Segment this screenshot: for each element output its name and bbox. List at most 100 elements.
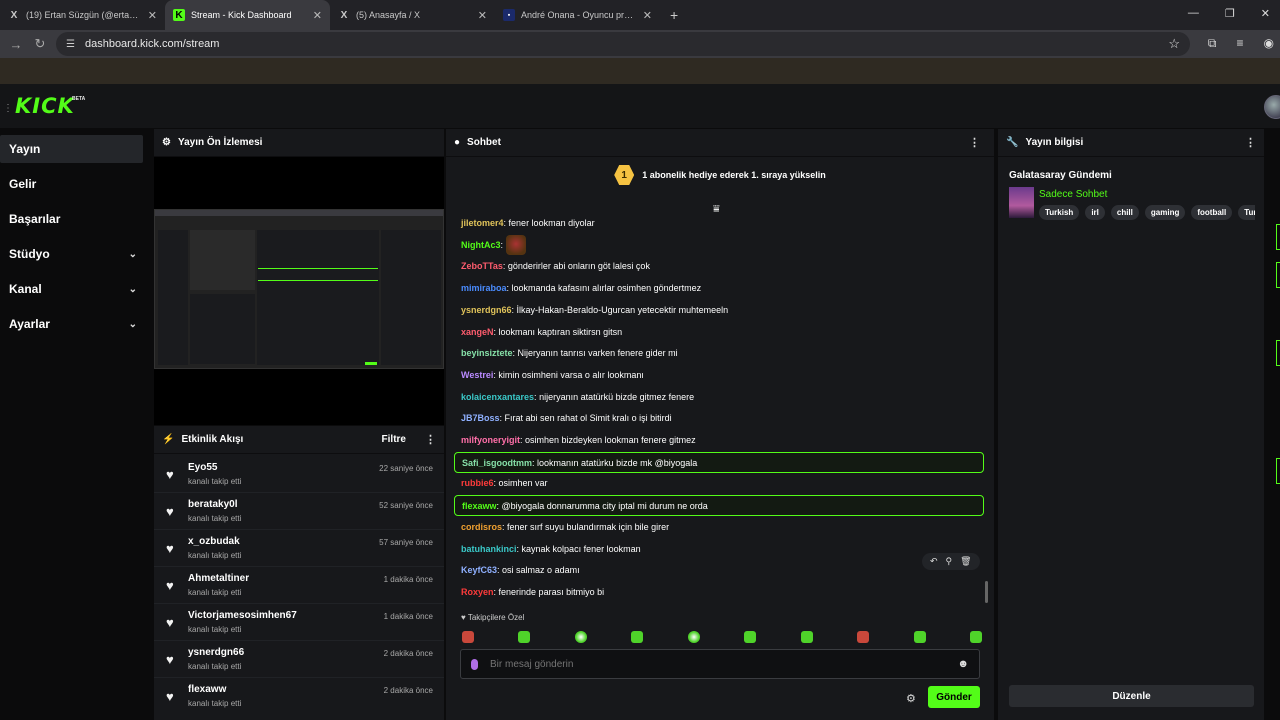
reply-icon[interactable]: ↶ bbox=[930, 556, 938, 567]
delete-icon[interactable]: 🗑 bbox=[960, 556, 971, 567]
emote-icon[interactable] bbox=[687, 631, 700, 643]
profile-icon[interactable]: ◉ bbox=[1264, 36, 1274, 51]
emote-icon[interactable] bbox=[800, 631, 813, 643]
emote-icon[interactable] bbox=[518, 631, 531, 643]
chat-message[interactable]: xangeN: lookmanı kaptıran siktirsn gitsn bbox=[454, 322, 984, 343]
emote-icon[interactable] bbox=[631, 631, 644, 643]
chat-username[interactable]: ZeboTTas bbox=[461, 261, 503, 271]
chat-message[interactable]: Westrei: kimin osimheni varsa o alır loo… bbox=[454, 365, 984, 386]
filter-button[interactable]: Filtre bbox=[382, 434, 406, 445]
follower-name[interactable]: x_ozbudak bbox=[188, 536, 240, 547]
chat-username[interactable]: Safi_isgoodtmm bbox=[462, 458, 532, 468]
forward-icon[interactable]: → bbox=[8, 37, 24, 52]
browser-tab-active[interactable]: K Stream - Kick Dashboard ✕ bbox=[165, 0, 330, 30]
chat-username[interactable]: JB7Boss bbox=[461, 413, 500, 423]
sidebar-item-studyo[interactable]: Stüdyo ⌄ bbox=[0, 240, 143, 268]
chat-scrollbar[interactable] bbox=[985, 581, 988, 603]
emote-icon[interactable] bbox=[744, 631, 757, 643]
chat-username[interactable]: cordisros bbox=[461, 522, 502, 532]
sidebar-item-kanal[interactable]: Kanal ⌄ bbox=[0, 275, 143, 303]
chat-username[interactable]: beyinsiztete bbox=[461, 348, 513, 358]
chat-message[interactable]: mimiraboa: lookmanda kafasını alırlar os… bbox=[454, 278, 984, 299]
chat-message[interactable]: Roxyen: fenerinde parası bitmiyo bi bbox=[454, 582, 984, 603]
close-icon[interactable]: ✕ bbox=[478, 9, 487, 22]
chat-message[interactable]: KeyfC63: osi salmaz o adamı bbox=[454, 560, 984, 581]
chat-message[interactable]: ysnerdgn66: İlkay-Hakan-Beraldo-Ugurcan … bbox=[454, 300, 984, 321]
emote-icon[interactable] bbox=[969, 631, 982, 643]
emoji-icon[interactable]: ☻ bbox=[957, 658, 969, 670]
new-tab-icon[interactable]: + bbox=[660, 7, 688, 23]
close-icon[interactable]: ✕ bbox=[313, 9, 322, 22]
site-info-icon[interactable]: ☰ bbox=[66, 39, 75, 50]
follower-name[interactable]: Eyo55 bbox=[188, 462, 217, 473]
chat-message[interactable]: jiletomer4: fener lookman diyolar bbox=[454, 213, 984, 234]
follower-name[interactable]: Victorjamesosimhen67 bbox=[188, 610, 297, 621]
sidebar-item-basarilar[interactable]: Başarılar bbox=[0, 205, 143, 233]
media-icon[interactable]: ≡ bbox=[1237, 36, 1244, 51]
minimize-icon[interactable]: — bbox=[1188, 7, 1199, 20]
browser-tab[interactable]: ▪ André Onana - Oyuncu profili 2 ✕ bbox=[495, 0, 660, 30]
extensions-icon[interactable]: ⧉ bbox=[1208, 36, 1217, 51]
chat-message[interactable]: NightAc3: bbox=[454, 235, 984, 256]
chat-username[interactable]: rubbie6 bbox=[461, 478, 494, 488]
chat-username[interactable]: Westrei bbox=[461, 370, 493, 380]
bookmark-star-icon[interactable]: ☆ bbox=[1168, 36, 1180, 52]
kebab-menu-icon[interactable]: ⋮ bbox=[969, 136, 980, 149]
chat-username[interactable]: kolaicenxantares bbox=[461, 392, 534, 402]
close-icon[interactable]: ✕ bbox=[148, 9, 157, 22]
follower-name[interactable]: berataky0l bbox=[188, 499, 237, 510]
chat-username[interactable]: KeyfC63 bbox=[461, 565, 497, 575]
sidebar-item-yayin[interactable]: Yayın bbox=[0, 135, 143, 163]
microphone-icon[interactable] bbox=[471, 658, 478, 670]
follower-name[interactable]: flexaww bbox=[188, 684, 226, 695]
chat-message[interactable]: milfyoneryigit: osimhen bizdeyken lookma… bbox=[454, 430, 984, 451]
kick-logo[interactable]: KICK bbox=[15, 94, 75, 118]
emote-icon[interactable] bbox=[913, 631, 926, 643]
kebab-menu-icon[interactable]: ⋮ bbox=[425, 433, 436, 446]
reload-icon[interactable]: ↻ bbox=[32, 36, 48, 52]
url-field[interactable]: ☰ dashboard.kick.com/stream ☆ bbox=[56, 32, 1190, 56]
chat-username[interactable]: milfyoneryigit bbox=[461, 435, 520, 445]
chat-username[interactable]: xangeN bbox=[461, 327, 494, 337]
edit-button[interactable]: Düzenle bbox=[1009, 685, 1254, 707]
chat-message[interactable]: flexaww: @biyogala donnarumma city iptal… bbox=[454, 495, 984, 517]
gear-icon[interactable]: ⚙ bbox=[906, 692, 916, 705]
pin-icon[interactable]: ⚲ bbox=[946, 556, 953, 567]
chat-message[interactable]: rubbie6: osimhen var bbox=[454, 473, 984, 494]
chat-message[interactable]: kolaicenxantares: nijeryanın atatürkü bi… bbox=[454, 387, 984, 408]
chat-message[interactable]: batuhankinci: kaynak kolpacı fener lookm… bbox=[454, 539, 984, 560]
browser-tab[interactable]: X (19) Ertan Süzgün (@ertansuzg ✕ bbox=[0, 0, 165, 30]
emote-icon[interactable] bbox=[462, 631, 474, 643]
chat-username[interactable]: flexaww bbox=[462, 501, 497, 511]
send-button[interactable]: Gönder bbox=[928, 686, 980, 708]
chat-username[interactable]: NightAc3 bbox=[461, 240, 501, 250]
chat-username[interactable]: Roxyen bbox=[461, 587, 494, 597]
chat-username[interactable]: batuhankinci bbox=[461, 544, 517, 554]
kebab-menu-icon[interactable]: ⋮ bbox=[1245, 136, 1256, 149]
chat-message[interactable]: ZeboTTas: gönderirler abi onların göt la… bbox=[454, 256, 984, 277]
maximize-icon[interactable]: ❐ bbox=[1225, 7, 1235, 20]
emote-icon[interactable] bbox=[857, 631, 870, 643]
chat-message[interactable]: beyinsiztete: Nijeryanın tanrısı varken … bbox=[454, 343, 984, 364]
follower-name[interactable]: ysnerdgn66 bbox=[188, 647, 244, 658]
close-icon[interactable]: ✕ bbox=[643, 9, 652, 22]
sub-gift-banner[interactable]: 1 1 abonelik hediye ederek 1. sıraya yük… bbox=[446, 165, 994, 185]
stream-preview-video[interactable] bbox=[154, 157, 444, 425]
chat-message[interactable]: cordisros: fener sırf suyu bulandırmak i… bbox=[454, 517, 984, 538]
chat-username[interactable]: jiletomer4 bbox=[461, 218, 504, 228]
browser-tab[interactable]: X (5) Anasayfa / X ✕ bbox=[330, 0, 495, 30]
user-avatar[interactable] bbox=[1264, 95, 1280, 119]
follower-name[interactable]: Ahmetaltiner bbox=[188, 573, 249, 584]
chat-input-field[interactable]: ☻ bbox=[460, 649, 980, 679]
menu-grip-icon[interactable]: ⋮ bbox=[3, 103, 13, 114]
chat-message[interactable]: Safi_isgoodtmm: lookmanın atatürku bizde… bbox=[454, 451, 984, 473]
category-link[interactable]: Sadece Sohbet bbox=[1039, 189, 1107, 200]
close-window-icon[interactable]: ✕ bbox=[1261, 7, 1270, 20]
emote-icon[interactable] bbox=[574, 631, 587, 643]
chat-username[interactable]: ysnerdgn66 bbox=[461, 305, 512, 315]
chat-username[interactable]: mimiraboa bbox=[461, 283, 507, 293]
chat-message-input[interactable] bbox=[490, 658, 946, 670]
sidebar-item-gelir[interactable]: Gelir bbox=[0, 170, 143, 198]
sidebar-item-ayarlar[interactable]: Ayarlar ⌄ bbox=[0, 310, 143, 338]
chat-message[interactable]: JB7Boss: Fırat abi sen rahat ol Simit kr… bbox=[454, 408, 984, 429]
